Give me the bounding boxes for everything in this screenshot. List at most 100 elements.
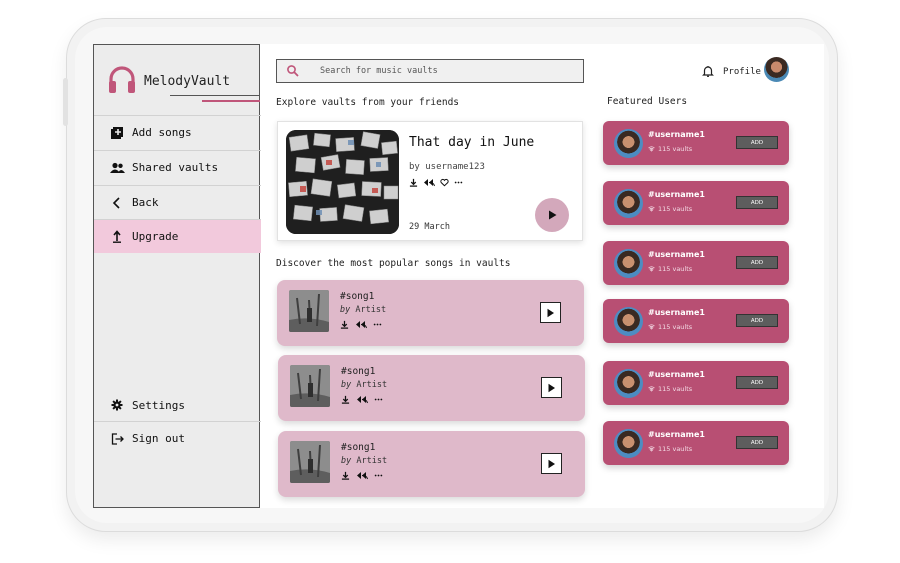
vault-icon — [648, 146, 655, 152]
featured-user-card[interactable]: #username1 115 vaults ADD — [603, 421, 789, 465]
vault-icon — [648, 206, 655, 212]
avatar — [614, 369, 643, 398]
featured-user-card[interactable]: #username1 115 vaults ADD — [603, 299, 789, 343]
vault-play-button[interactable] — [535, 198, 569, 232]
song-artist: by Artist — [340, 305, 387, 315]
logo-underline — [170, 95, 260, 96]
song-cover-image — [290, 441, 330, 483]
search-input[interactable]: Search for music vaults — [320, 66, 438, 76]
headphones-icon — [109, 66, 135, 93]
add-library-icon — [109, 125, 125, 141]
user-vault-count: 115 vaults — [648, 265, 692, 273]
avatar[interactable] — [764, 57, 789, 82]
song-actions — [341, 395, 383, 404]
song-actions — [340, 320, 382, 329]
add-user-button[interactable]: ADD — [736, 136, 778, 149]
vault-owner: by username123 — [409, 162, 485, 172]
people-icon — [109, 160, 125, 176]
vault-icon — [648, 446, 655, 452]
song-artist: by Artist — [341, 456, 388, 466]
song-artist: by Artist — [341, 380, 388, 390]
featured-user-card[interactable]: #username1 115 vaults ADD — [603, 241, 789, 285]
download-icon[interactable] — [340, 320, 349, 329]
song-play-button[interactable] — [540, 302, 561, 323]
song-title[interactable]: #song1 — [341, 366, 375, 377]
search-icon — [287, 65, 299, 77]
user-name[interactable]: #username1 — [648, 370, 705, 379]
avatar — [614, 249, 643, 278]
vault-card[interactable]: That day in June by username123 29 March — [277, 121, 583, 241]
sidebar-item-back[interactable]: Back — [94, 185, 261, 219]
vault-actions — [409, 178, 463, 187]
sidebar-item-label: Settings — [132, 398, 185, 412]
vault-icon — [648, 266, 655, 272]
share-icon[interactable] — [423, 178, 435, 187]
featured-user-card[interactable]: #username1 115 vaults ADD — [603, 361, 789, 405]
song-play-button[interactable] — [541, 453, 562, 474]
more-icon[interactable] — [373, 320, 382, 329]
song-cover-image — [289, 290, 329, 332]
sidebar-item-label: Sign out — [132, 432, 185, 445]
sidebar-item-shared-vaults[interactable]: Shared vaults — [94, 150, 261, 184]
user-name[interactable]: #username1 — [648, 190, 705, 199]
user-name[interactable]: #username1 — [648, 430, 705, 439]
sidebar-item-label: Back — [132, 196, 159, 209]
profile-link[interactable]: Profile — [723, 67, 761, 77]
heart-icon[interactable] — [440, 178, 449, 187]
add-user-button[interactable]: ADD — [736, 436, 778, 449]
song-cover-image — [290, 365, 330, 407]
play-icon — [548, 383, 555, 392]
share-icon[interactable] — [356, 395, 368, 404]
user-vault-count: 115 vaults — [648, 385, 692, 393]
download-icon[interactable] — [409, 178, 418, 187]
vault-title[interactable]: That day in June — [409, 135, 534, 150]
share-icon[interactable] — [356, 471, 368, 480]
avatar — [614, 429, 643, 458]
sidebar-item-upgrade[interactable]: Upgrade — [94, 219, 261, 253]
song-card[interactable]: #song1 by Artist — [277, 280, 584, 346]
more-icon[interactable] — [374, 471, 383, 480]
tablet-side-button — [63, 78, 68, 126]
add-user-button[interactable]: ADD — [736, 314, 778, 327]
share-icon[interactable] — [355, 320, 367, 329]
user-name[interactable]: #username1 — [648, 308, 705, 317]
search-bar[interactable]: Search for music vaults — [276, 59, 584, 83]
user-name[interactable]: #username1 — [648, 250, 705, 259]
song-title[interactable]: #song1 — [341, 442, 375, 453]
song-play-button[interactable] — [541, 377, 562, 398]
gear-icon — [109, 397, 125, 413]
add-user-button[interactable]: ADD — [736, 196, 778, 209]
featured-user-card[interactable]: #username1 115 vaults ADD — [603, 181, 789, 225]
play-icon — [547, 308, 554, 317]
sidebar-item-add-songs[interactable]: Add songs — [94, 115, 261, 149]
logo-accent-underline — [202, 100, 260, 102]
app-logo: MelodyVault — [94, 45, 261, 115]
more-icon[interactable] — [454, 178, 463, 187]
user-vault-count: 115 vaults — [648, 205, 692, 213]
play-icon — [549, 210, 557, 220]
bell-icon[interactable] — [701, 64, 715, 78]
featured-user-card[interactable]: #username1 115 vaults ADD — [603, 121, 789, 165]
sidebar-item-label: Add songs — [132, 126, 192, 139]
download-icon[interactable] — [341, 471, 350, 480]
download-icon[interactable] — [341, 395, 350, 404]
sidebar-item-sign-out[interactable]: Sign out — [94, 421, 261, 455]
discover-section-title: Discover the most popular songs in vault… — [276, 258, 511, 269]
more-icon[interactable] — [374, 395, 383, 404]
song-card[interactable]: #song1 by Artist — [278, 355, 585, 421]
vault-icon — [648, 386, 655, 392]
app-name: MelodyVault — [144, 74, 231, 89]
add-user-button[interactable]: ADD — [736, 376, 778, 389]
sidebar: MelodyVault Add songs Shared vaults Back — [93, 44, 261, 508]
vault-date: 29 March — [409, 222, 450, 232]
song-card[interactable]: #song1 by Artist — [278, 431, 585, 497]
user-name[interactable]: #username1 — [648, 130, 705, 139]
chevron-left-icon — [109, 195, 125, 211]
avatar — [614, 129, 643, 158]
song-actions — [341, 471, 383, 480]
sidebar-item-settings[interactable]: Settings — [94, 388, 261, 422]
add-user-button[interactable]: ADD — [736, 256, 778, 269]
song-title[interactable]: #song1 — [340, 291, 374, 302]
app-screen: MelodyVault Add songs Shared vaults Back — [93, 44, 824, 508]
user-vault-count: 115 vaults — [648, 445, 692, 453]
